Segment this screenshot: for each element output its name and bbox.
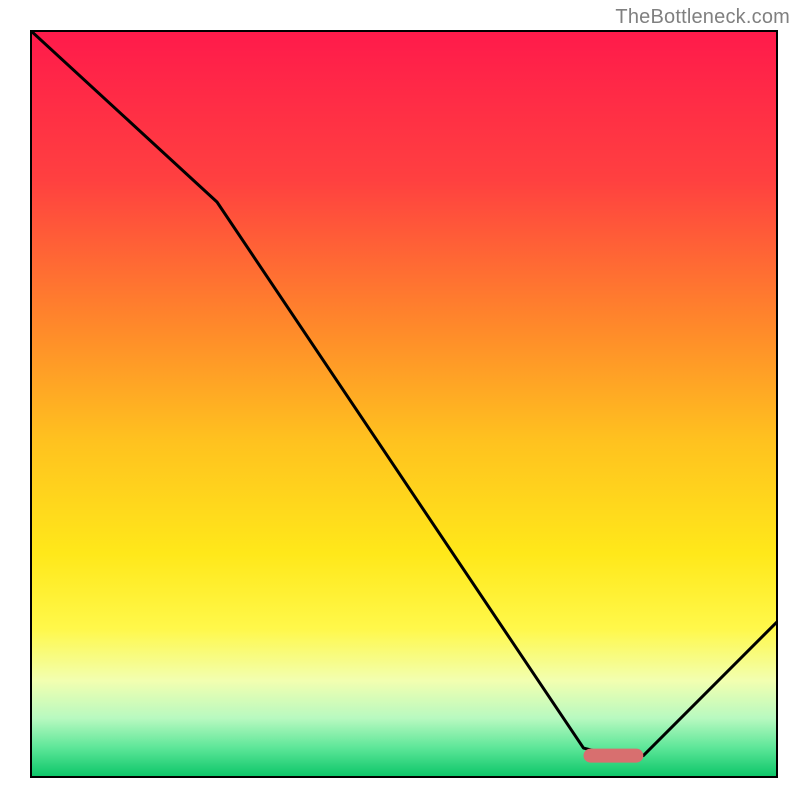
chart-svg bbox=[30, 30, 778, 778]
chart-background bbox=[30, 30, 778, 778]
attribution-text: TheBottleneck.com bbox=[615, 6, 790, 29]
optimal-marker bbox=[584, 749, 644, 763]
bottleneck-chart bbox=[30, 30, 778, 778]
